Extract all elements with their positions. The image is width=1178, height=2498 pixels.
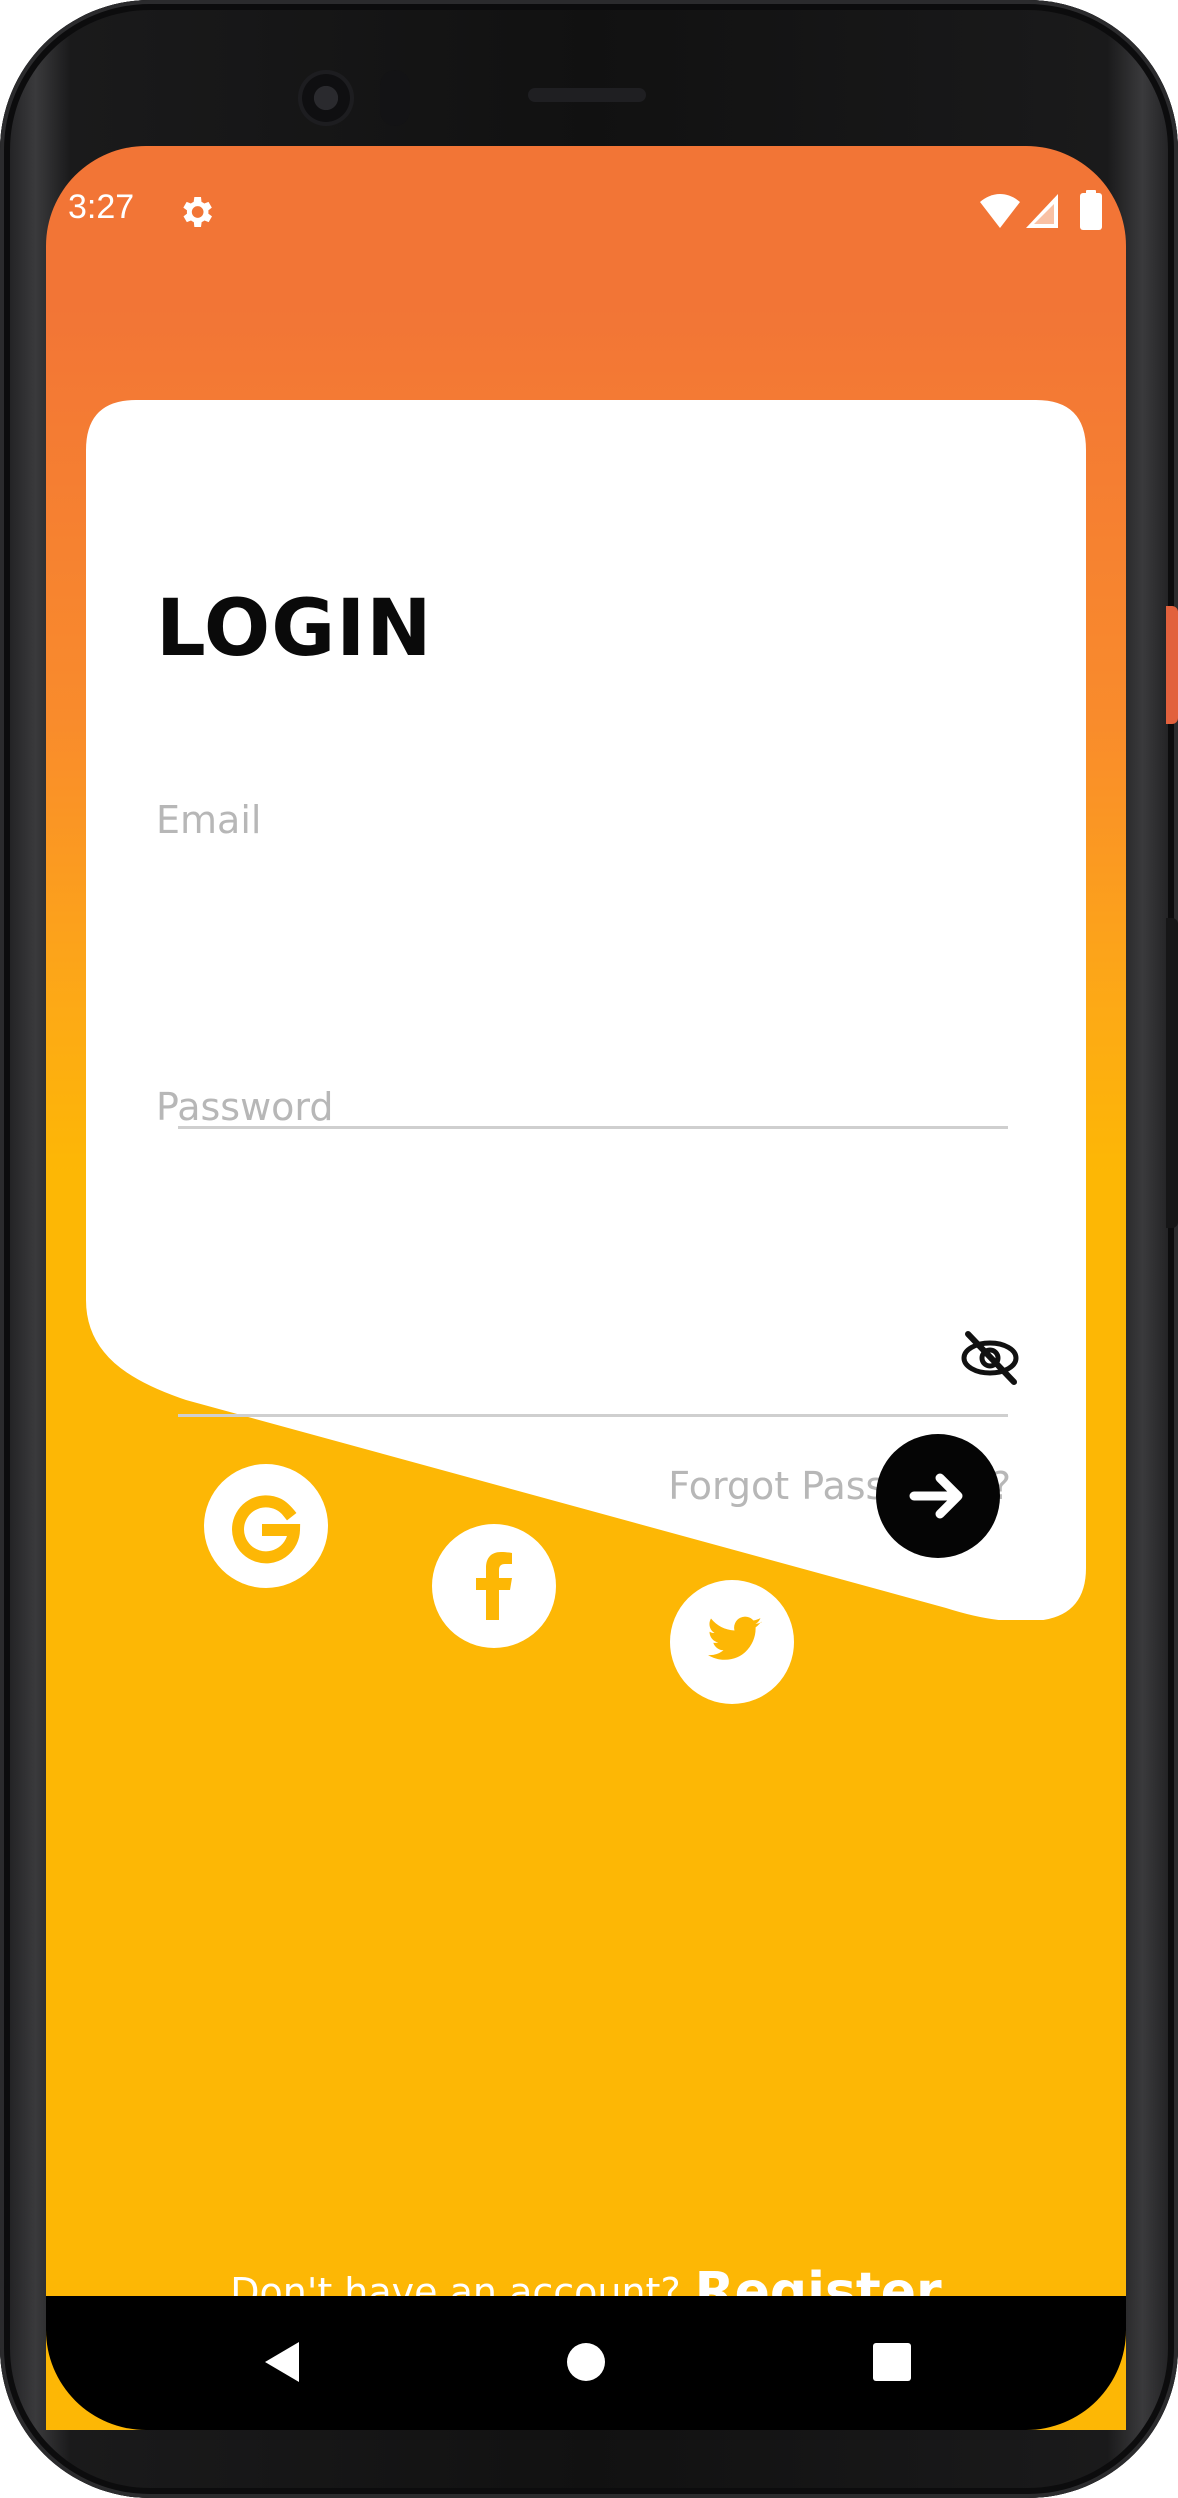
settings-icon bbox=[183, 197, 212, 227]
twitter-login-button[interactable] bbox=[670, 1580, 794, 1704]
power-button bbox=[1166, 606, 1178, 724]
status-bar: 3:27 bbox=[46, 146, 1126, 282]
wifi-icon bbox=[980, 194, 1020, 228]
password-underline bbox=[178, 1414, 1008, 1417]
google-icon bbox=[232, 1495, 301, 1564]
signal-icon bbox=[1026, 194, 1058, 228]
email-label: Email bbox=[156, 798, 262, 842]
login-submit-button[interactable] bbox=[876, 1434, 1000, 1558]
password-label: Password bbox=[156, 1085, 334, 1129]
status-time: 3:27 bbox=[68, 188, 135, 226]
volume-button bbox=[1166, 918, 1178, 1228]
arrow-right-icon bbox=[909, 1473, 963, 1519]
eye-off-icon[interactable] bbox=[958, 1326, 1022, 1390]
app-screen: 3:27 LOGIN Email Password Forgot Passwor… bbox=[46, 146, 1126, 2430]
google-login-button[interactable] bbox=[204, 1464, 328, 1588]
proximity-sensor bbox=[380, 70, 410, 126]
back-icon[interactable] bbox=[251, 2332, 311, 2392]
twitter-icon bbox=[708, 1616, 762, 1660]
password-field[interactable] bbox=[178, 1338, 938, 1408]
facebook-icon bbox=[476, 1552, 512, 1620]
phone-frame: 3:27 LOGIN Email Password Forgot Passwor… bbox=[0, 0, 1178, 2498]
home-icon[interactable] bbox=[556, 2332, 616, 2392]
android-nav-bar bbox=[46, 2296, 1126, 2430]
battery-icon bbox=[1080, 190, 1102, 230]
earpiece-speaker bbox=[528, 88, 646, 102]
front-camera bbox=[298, 70, 354, 126]
facebook-login-button[interactable] bbox=[432, 1524, 556, 1648]
login-title: LOGIN bbox=[156, 584, 433, 674]
recents-icon[interactable] bbox=[862, 2332, 922, 2392]
